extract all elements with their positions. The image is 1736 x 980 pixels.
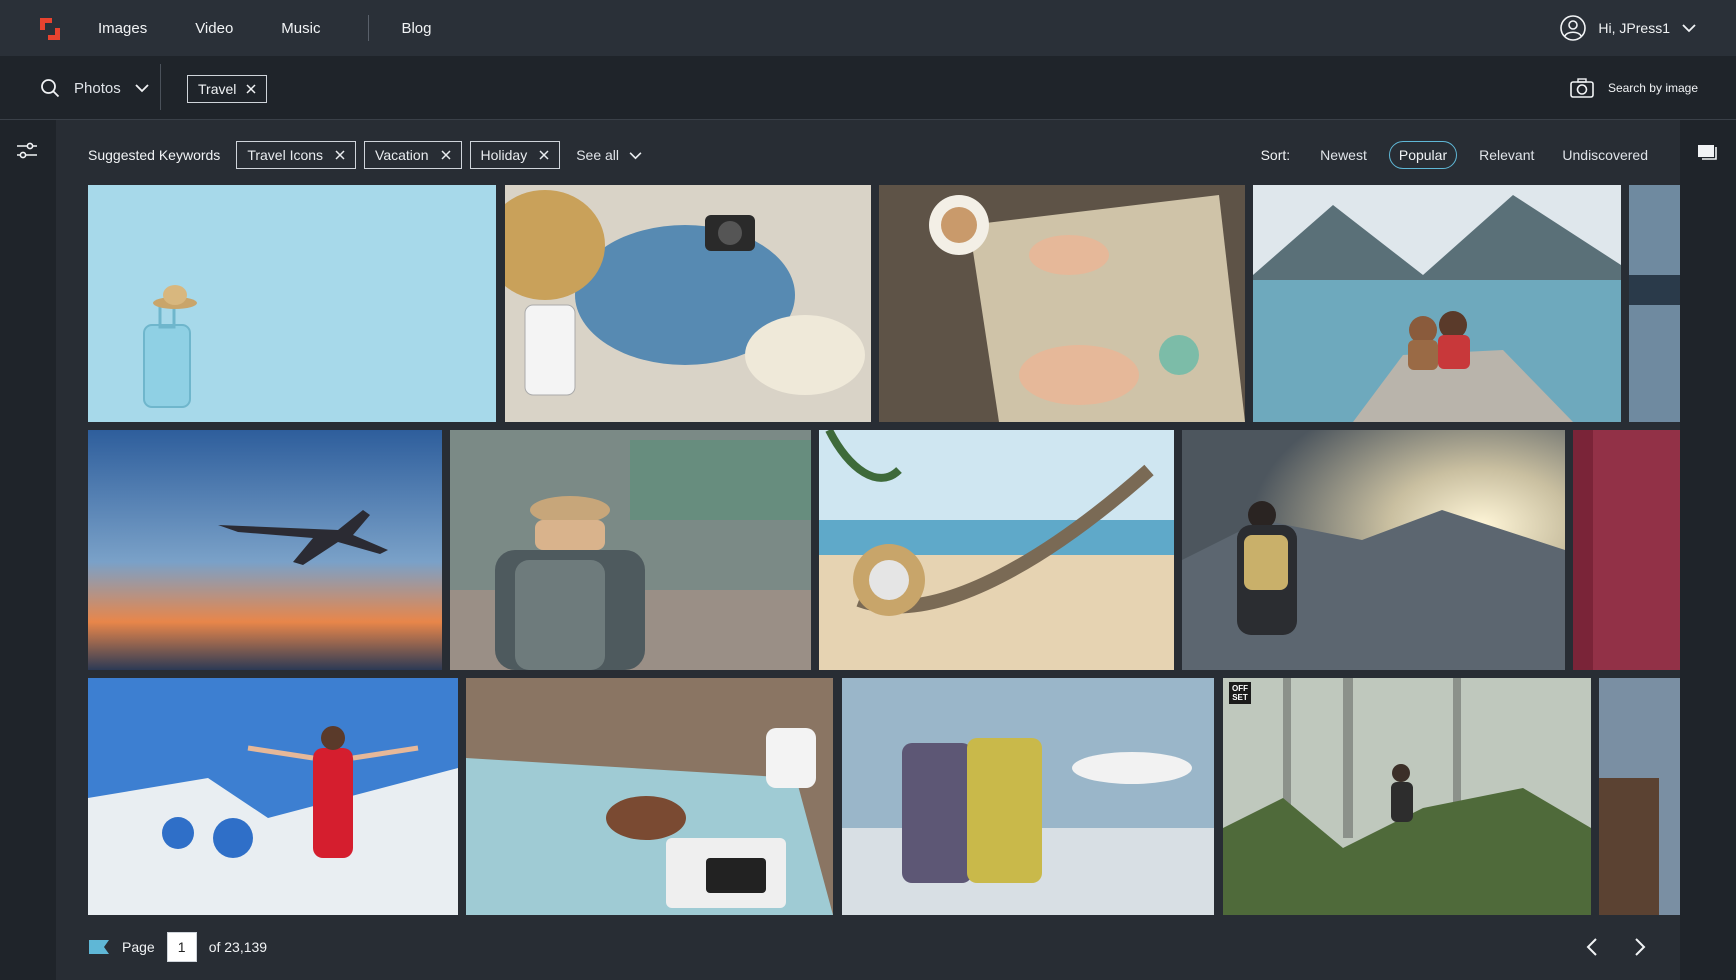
see-all-keywords-button[interactable]: See all	[576, 147, 642, 163]
close-icon[interactable]	[246, 84, 256, 94]
image-tile[interactable]	[819, 430, 1174, 670]
sort-option-relevant[interactable]: Relevant	[1479, 147, 1534, 163]
chevron-down-icon	[135, 84, 149, 93]
sort-label: Sort:	[1260, 147, 1291, 163]
image-tile[interactable]	[842, 678, 1214, 915]
image-tile[interactable]	[879, 185, 1245, 422]
search-by-image-button[interactable]: Search by image	[1570, 56, 1698, 120]
search-type-label: Photos	[74, 79, 121, 97]
close-icon[interactable]	[335, 150, 345, 160]
image-tile[interactable]	[1599, 678, 1680, 915]
user-avatar-icon	[1560, 15, 1587, 41]
left-filter-rail	[0, 120, 56, 980]
image-santorini-red-dress	[88, 678, 458, 915]
image-tile[interactable]	[450, 430, 811, 670]
image-airplane-sunset	[88, 430, 442, 670]
image-backpacker-street	[450, 430, 811, 670]
image-tile[interactable]	[1573, 430, 1680, 670]
shutterstock-logo[interactable]	[36, 14, 64, 44]
search-query-chip[interactable]: Travel	[187, 75, 268, 103]
previous-page-icon[interactable]	[1586, 937, 1598, 957]
page-number-input[interactable]: 1	[166, 932, 197, 962]
image-partial-edge	[1573, 430, 1680, 670]
collections-panel-icon[interactable]	[1697, 142, 1719, 160]
nav-link-images[interactable]: Images	[98, 20, 147, 37]
right-panel-rail	[1680, 120, 1736, 980]
keyword-chip-label: Vacation	[375, 147, 429, 163]
bookmark-flag-icon[interactable]	[88, 939, 110, 955]
chevron-down-icon	[1682, 24, 1696, 33]
page-label: Page	[122, 939, 155, 955]
search-type-selector[interactable]: Photos	[40, 56, 149, 120]
offset-badge: OFF SET	[1229, 682, 1251, 704]
image-tile[interactable]	[1253, 185, 1621, 422]
pagination: Page 1 of 23,139	[88, 932, 267, 962]
image-hiker-mountain-sun	[1182, 430, 1565, 670]
nav-divider	[368, 15, 370, 41]
nav-link-blog[interactable]: Blog	[401, 20, 431, 37]
image-map-hand-mug	[466, 678, 833, 915]
suggested-keywords: Suggested Keywords Travel Icons Vacation…	[88, 140, 642, 170]
user-greeting: Hi, JPress1	[1598, 20, 1670, 36]
sort-option-newest[interactable]: Newest	[1320, 147, 1367, 163]
close-icon[interactable]	[440, 150, 451, 160]
filter-sliders-icon[interactable]	[16, 142, 38, 160]
image-suitcase-hat	[88, 185, 496, 422]
keyword-chip-vacation[interactable]: Vacation	[364, 141, 462, 169]
image-tile[interactable]	[1629, 185, 1680, 422]
image-tile[interactable]	[466, 678, 833, 915]
image-tile[interactable]	[505, 185, 871, 422]
close-icon[interactable]	[539, 150, 549, 160]
image-partial-edge	[1599, 678, 1680, 915]
keyword-chip-travel-icons[interactable]: Travel Icons	[236, 141, 357, 169]
camera-icon	[1570, 78, 1594, 98]
image-travel-flatlay	[505, 185, 871, 422]
image-tile[interactable]	[88, 430, 442, 670]
keyword-chip-label: Travel Icons	[247, 147, 324, 163]
keyword-chip-holiday[interactable]: Holiday	[469, 141, 561, 169]
user-menu[interactable]: Hi, JPress1	[1560, 0, 1696, 56]
image-hammock-beach	[819, 430, 1174, 670]
pagination-arrows	[1586, 932, 1646, 962]
search-by-image-label: Search by image	[1607, 81, 1698, 95]
keyword-chip-label: Holiday	[480, 147, 528, 163]
image-partial-edge	[1629, 185, 1680, 422]
image-tile[interactable]	[1182, 430, 1565, 670]
image-couple-mountain-lake	[1253, 185, 1621, 422]
image-tile[interactable]: OFF SET	[1223, 678, 1591, 915]
image-tile[interactable]	[88, 678, 458, 915]
sort-options: Sort: Newest Popular Relevant Undiscover…	[1261, 140, 1648, 170]
search-divider	[160, 64, 161, 110]
image-hands-on-map	[879, 185, 1245, 422]
image-results-grid: OFF SET	[88, 185, 1680, 915]
suggested-keywords-title: Suggested Keywords	[88, 147, 221, 163]
image-tile[interactable]	[88, 185, 496, 422]
chevron-down-icon	[629, 151, 642, 159]
sort-option-undiscovered[interactable]: Undiscovered	[1562, 147, 1648, 163]
image-hiker-forest-ferns	[1223, 678, 1591, 915]
image-luggage-airport	[842, 678, 1214, 915]
main-nav-links: Images Video Music Blog	[98, 0, 480, 56]
search-icon	[41, 79, 60, 98]
sort-option-popular[interactable]: Popular	[1388, 141, 1458, 169]
nav-link-video[interactable]: Video	[195, 20, 233, 37]
next-page-icon[interactable]	[1634, 937, 1646, 957]
nav-link-music[interactable]: Music	[281, 20, 320, 37]
see-all-label: See all	[576, 147, 620, 163]
page-total: of 23,139	[208, 939, 268, 955]
search-bar: Photos Travel Search by image	[0, 56, 1736, 120]
search-query-label: Travel	[198, 81, 237, 97]
top-navigation-bar: Images Video Music Blog Hi, JPress1	[0, 0, 1736, 56]
